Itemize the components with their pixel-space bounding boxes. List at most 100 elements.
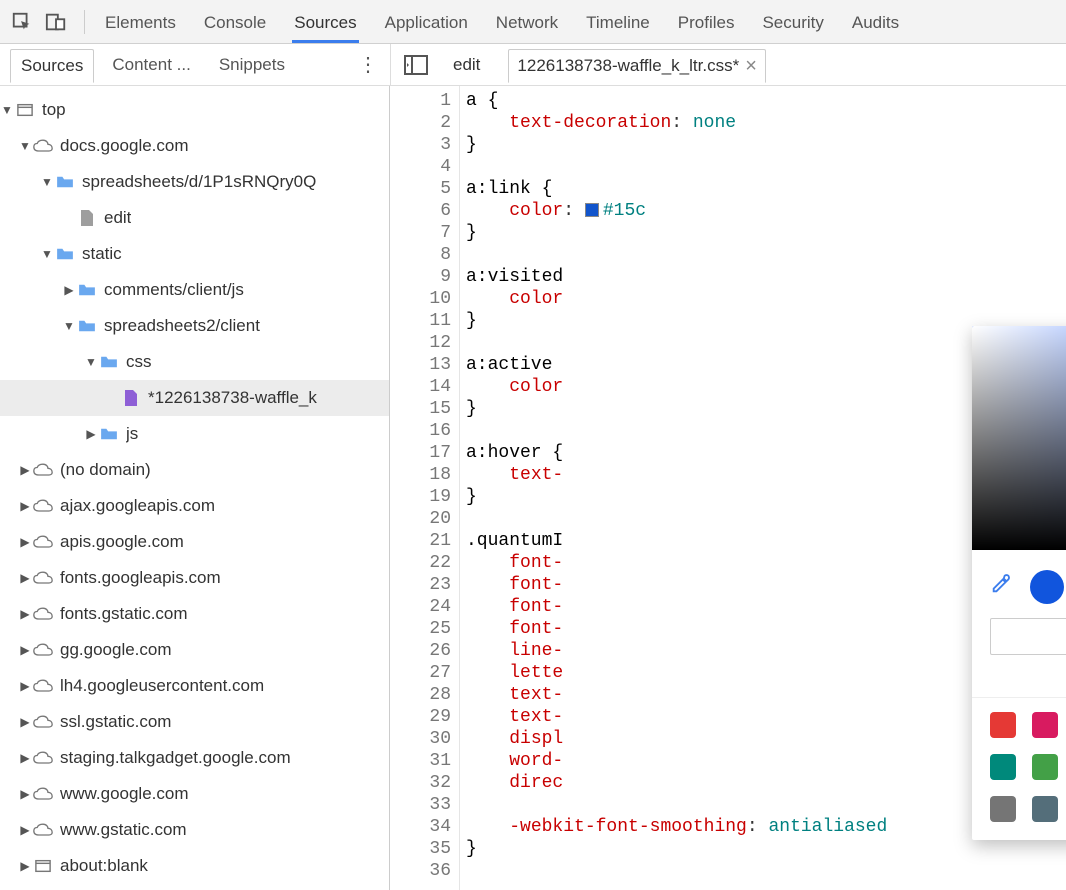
panel-tab-application[interactable]: Application xyxy=(383,3,470,41)
chevron-right-icon[interactable] xyxy=(18,679,32,693)
tree-row[interactable]: fonts.googleapis.com xyxy=(0,560,389,596)
chevron-right-icon[interactable] xyxy=(18,571,32,585)
code-line[interactable]: a { xyxy=(466,90,1066,112)
chevron-down-icon[interactable] xyxy=(18,139,32,153)
chevron-right-icon[interactable] xyxy=(18,715,32,729)
panel-tab-sources[interactable]: Sources xyxy=(292,3,358,41)
tree-row[interactable]: lh4.googleusercontent.com xyxy=(0,668,389,704)
tree-row[interactable]: static xyxy=(0,236,389,272)
line-number: 30 xyxy=(390,728,451,750)
navigator-tab-content-[interactable]: Content ... xyxy=(102,49,200,81)
palette-swatch[interactable] xyxy=(1032,796,1058,822)
eyedropper-icon[interactable] xyxy=(990,573,1012,602)
color-gradient-area[interactable] xyxy=(972,326,1066,550)
navigator-tab-snippets[interactable]: Snippets xyxy=(209,49,295,81)
chevron-right-icon[interactable] xyxy=(84,427,98,441)
folder-icon xyxy=(98,355,120,369)
chevron-down-icon[interactable] xyxy=(0,103,14,117)
chevron-right-icon[interactable] xyxy=(18,499,32,513)
file-tab-edit[interactable]: edit xyxy=(445,49,488,81)
panel-tab-console[interactable]: Console xyxy=(202,3,268,41)
tree-row[interactable]: about:blank xyxy=(0,848,389,884)
file-tab-css[interactable]: 1226138738-waffle_k_ltr.css* × xyxy=(508,49,765,83)
chevron-right-icon[interactable] xyxy=(18,607,32,621)
palette-swatch[interactable] xyxy=(1032,712,1058,738)
code-line[interactable] xyxy=(466,860,1066,882)
toolbar-separator xyxy=(84,10,85,34)
panel-tab-elements[interactable]: Elements xyxy=(103,3,178,41)
tree-row[interactable]: www.gstatic.com xyxy=(0,812,389,848)
chevron-right-icon[interactable] xyxy=(18,751,32,765)
code-line[interactable] xyxy=(466,156,1066,178)
more-options-icon[interactable]: ⋮ xyxy=(356,52,380,77)
tree-row[interactable]: css xyxy=(0,344,389,380)
hex-value-input[interactable] xyxy=(990,618,1066,655)
chevron-right-icon[interactable] xyxy=(18,535,32,549)
tree-row[interactable]: staging.talkgadget.google.com xyxy=(0,740,389,776)
code-line[interactable]: } xyxy=(466,222,1066,244)
tree-row[interactable]: (no domain) xyxy=(0,452,389,488)
code-line[interactable] xyxy=(466,244,1066,266)
file-tree: topdocs.google.comspreadsheets/d/1P1sRNQ… xyxy=(0,86,389,884)
chevron-down-icon[interactable] xyxy=(40,175,54,189)
panel-tab-audits[interactable]: Audits xyxy=(850,3,901,41)
inspect-element-icon[interactable] xyxy=(8,8,36,36)
tree-row[interactable]: top xyxy=(0,92,389,128)
code-editor[interactable]: 1234567891011121314151617181920212223242… xyxy=(390,86,1066,890)
tree-row[interactable]: edit xyxy=(0,200,389,236)
code-line[interactable]: color: #15c xyxy=(466,200,1066,222)
code-line[interactable]: } xyxy=(466,838,1066,860)
tree-row[interactable]: docs.google.com xyxy=(0,128,389,164)
panel-tab-timeline[interactable]: Timeline xyxy=(584,3,652,41)
chevron-right-icon[interactable] xyxy=(62,283,76,297)
chevron-right-icon[interactable] xyxy=(18,823,32,837)
navigator-tab-sources[interactable]: Sources xyxy=(10,49,94,83)
line-number: 4 xyxy=(390,156,451,178)
code-line[interactable]: text-decoration: none xyxy=(466,112,1066,134)
code-line[interactable]: color xyxy=(466,288,1066,310)
line-number: 2 xyxy=(390,112,451,134)
panel-tab-profiles[interactable]: Profiles xyxy=(676,3,737,41)
tree-row[interactable]: gg.google.com xyxy=(0,632,389,668)
chevron-down-icon[interactable] xyxy=(40,247,54,261)
device-toolbar-icon[interactable] xyxy=(42,8,70,36)
chevron-right-icon[interactable] xyxy=(18,463,32,477)
tree-row[interactable]: comments/client/js xyxy=(0,272,389,308)
tree-row[interactable]: ajax.googleapis.com xyxy=(0,488,389,524)
line-number: 29 xyxy=(390,706,451,728)
sources-toolbar: SourcesContent ... Snippets ⋮ edit 122613… xyxy=(0,44,1066,86)
close-icon[interactable]: × xyxy=(745,56,757,76)
palette-swatch[interactable] xyxy=(990,796,1016,822)
tree-row[interactable]: ssl.gstatic.com xyxy=(0,704,389,740)
cloud-icon xyxy=(32,643,54,657)
tree-row[interactable]: *1226138738-waffle_k xyxy=(0,380,389,416)
code-line[interactable]: } xyxy=(466,134,1066,156)
toggle-navigator-icon[interactable] xyxy=(403,54,429,76)
chevron-right-icon[interactable] xyxy=(18,859,32,873)
panel-tab-security[interactable]: Security xyxy=(760,3,825,41)
tree-row[interactable]: spreadsheets/d/1P1sRNQry0Q xyxy=(0,164,389,200)
line-number: 12 xyxy=(390,332,451,354)
tree-row[interactable]: fonts.gstatic.com xyxy=(0,596,389,632)
code-line[interactable]: a:visited xyxy=(466,266,1066,288)
tree-row[interactable]: www.google.com xyxy=(0,776,389,812)
chevron-right-icon[interactable] xyxy=(18,787,32,801)
chevron-down-icon[interactable] xyxy=(62,319,76,333)
cloud-icon xyxy=(32,535,54,549)
color-picker-popover: ▲▼ HEX ▲▼ xyxy=(972,326,1066,840)
palette-swatch[interactable] xyxy=(1032,754,1058,780)
inline-color-swatch[interactable] xyxy=(585,203,599,217)
cloud-icon xyxy=(32,823,54,837)
panel-tab-network[interactable]: Network xyxy=(494,3,560,41)
line-number: 8 xyxy=(390,244,451,266)
chevron-down-icon[interactable] xyxy=(84,355,98,369)
line-number: 17 xyxy=(390,442,451,464)
palette-swatch[interactable] xyxy=(990,754,1016,780)
tree-row[interactable]: js xyxy=(0,416,389,452)
tree-row[interactable]: apis.google.com xyxy=(0,524,389,560)
chevron-right-icon[interactable] xyxy=(18,643,32,657)
tree-node-label: ajax.googleapis.com xyxy=(60,496,215,516)
palette-swatch[interactable] xyxy=(990,712,1016,738)
tree-row[interactable]: spreadsheets2/client xyxy=(0,308,389,344)
code-line[interactable]: a:link { xyxy=(466,178,1066,200)
